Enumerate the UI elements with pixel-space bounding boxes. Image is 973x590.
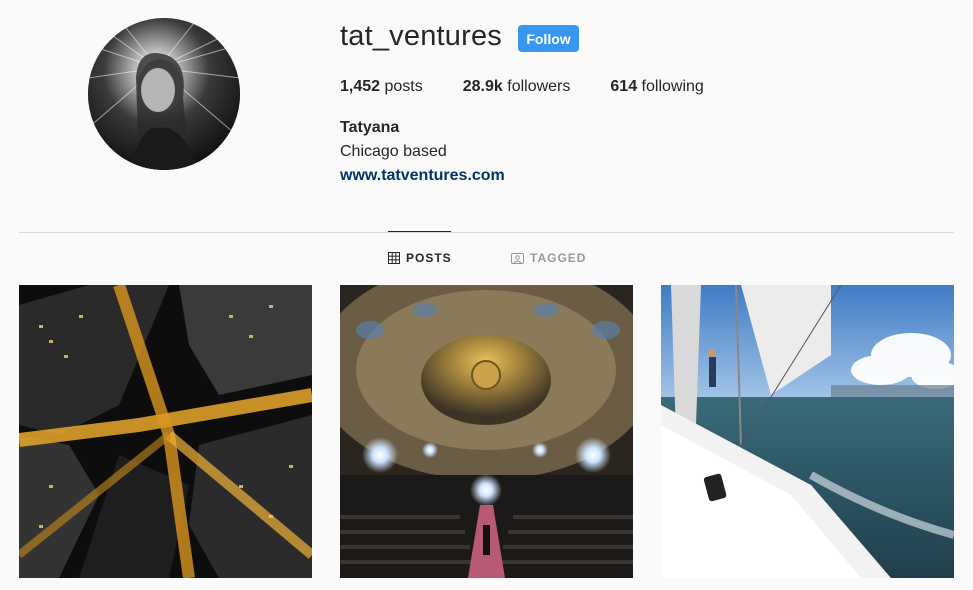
posts-label: posts [384, 78, 423, 95]
tab-posts-label: POSTS [406, 251, 452, 265]
following-label: following [641, 78, 704, 95]
posts-count: 1,452 [340, 78, 381, 95]
grid-icon [388, 252, 400, 264]
post-thumbnail[interactable] [340, 285, 633, 578]
posts-stat: 1,452 posts [340, 78, 423, 96]
tagged-icon [511, 253, 524, 264]
follow-button[interactable]: Follow [518, 25, 579, 52]
following-stat[interactable]: 614 following [610, 78, 703, 96]
profile-username: tat_ventures [340, 20, 502, 52]
tabs-divider [19, 232, 954, 233]
tab-posts[interactable]: POSTS [388, 251, 452, 265]
profile-full-name: Tatyana [340, 119, 400, 136]
theater-interior-photo [340, 285, 633, 578]
following-count: 614 [610, 78, 638, 95]
profile-website-link[interactable]: www.tatventures.com [340, 167, 505, 185]
post-thumbnail[interactable] [19, 285, 312, 578]
city-aerial-night-photo [19, 285, 312, 578]
active-tab-indicator [388, 231, 451, 232]
sailboat-lake-photo [661, 285, 954, 578]
followers-label: followers [507, 78, 571, 95]
tab-tagged-label: TAGGED [530, 251, 587, 265]
tab-tagged[interactable]: TAGGED [511, 251, 586, 265]
followers-count: 28.9k [462, 78, 503, 95]
post-thumbnail[interactable] [661, 285, 954, 578]
profile-avatar[interactable] [88, 18, 240, 170]
avatar-image [88, 18, 240, 170]
followers-stat[interactable]: 28.9k followers [463, 78, 571, 96]
profile-stats: 1,452 posts 28.9k followers 614 followin… [340, 78, 744, 96]
profile-bio: Chicago based [340, 143, 447, 160]
